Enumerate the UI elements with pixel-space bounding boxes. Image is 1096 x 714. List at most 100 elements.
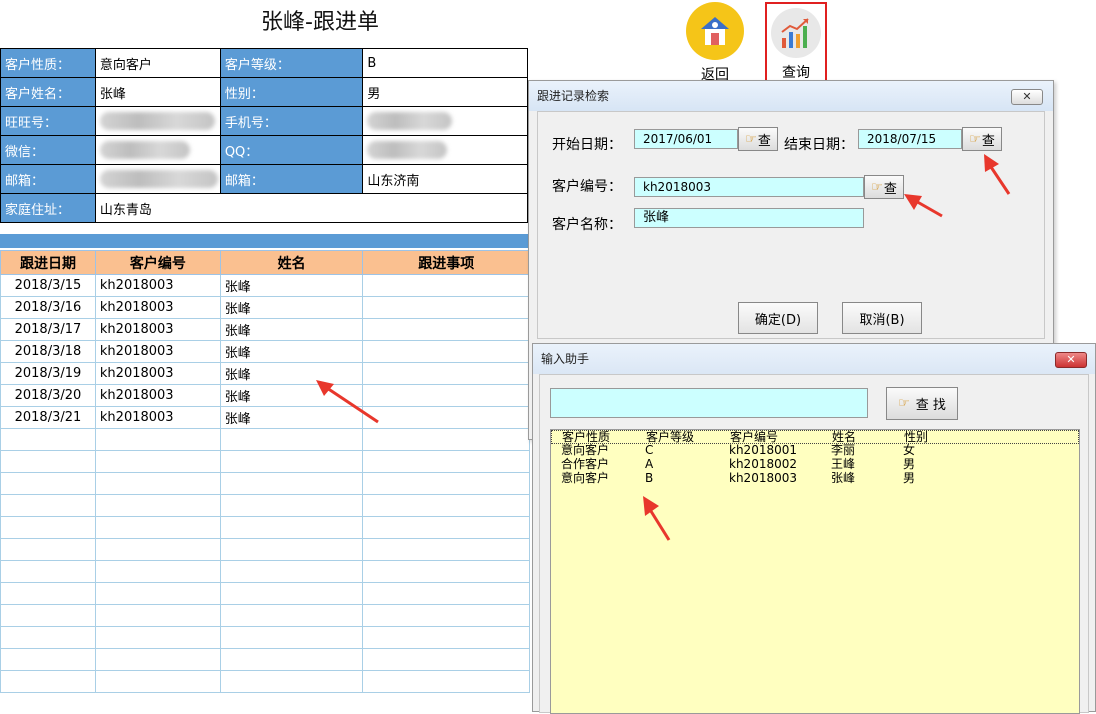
empty-row[interactable]: [0, 670, 530, 693]
list-item[interactable]: 意向客户 B kh2018003 张峰 男: [551, 472, 1079, 486]
customer-code-field[interactable]: kh2018003: [634, 177, 864, 197]
empty-cell[interactable]: [362, 582, 530, 605]
empty-cell[interactable]: [219, 494, 364, 517]
empty-cell[interactable]: [219, 670, 364, 693]
customer-code-query-button[interactable]: ☞ 查: [864, 175, 904, 199]
cell-name[interactable]: 张峰: [219, 274, 364, 297]
info-value-redacted[interactable]: [94, 106, 221, 136]
empty-cell[interactable]: [0, 648, 96, 671]
empty-cell[interactable]: [362, 472, 530, 495]
table-row[interactable]: 2018/3/17 kh2018003 张峰: [0, 318, 530, 341]
empty-cell[interactable]: [219, 472, 364, 495]
info-value[interactable]: 意向客户: [94, 48, 221, 78]
table-row[interactable]: 2018/3/15 kh2018003 张峰: [0, 274, 530, 297]
cell-code[interactable]: kh2018003: [94, 340, 221, 363]
end-date-query-button[interactable]: ☞ 查: [962, 127, 1002, 151]
cell-date[interactable]: 2018/3/18: [0, 340, 96, 363]
info-value[interactable]: 男: [362, 77, 528, 107]
cell-date[interactable]: 2018/3/16: [0, 296, 96, 319]
close-button[interactable]: ✕: [1011, 89, 1043, 105]
table-row[interactable]: 2018/3/21 kh2018003 张峰: [0, 406, 530, 429]
empty-cell[interactable]: [0, 472, 96, 495]
empty-cell[interactable]: [219, 450, 364, 473]
cell-item[interactable]: [362, 340, 530, 363]
list-item[interactable]: 合作客户 A kh2018002 王峰 男: [551, 458, 1079, 472]
empty-cell[interactable]: [0, 626, 96, 649]
empty-cell[interactable]: [219, 428, 364, 451]
info-value[interactable]: 张峰: [94, 77, 221, 107]
cell-date[interactable]: 2018/3/15: [0, 274, 96, 297]
info-value-redacted[interactable]: [362, 106, 528, 136]
empty-cell[interactable]: [94, 538, 221, 561]
empty-cell[interactable]: [94, 604, 221, 627]
address-value[interactable]: 山东青岛: [94, 193, 529, 223]
empty-row[interactable]: [0, 516, 530, 539]
empty-row[interactable]: [0, 472, 530, 495]
empty-cell[interactable]: [0, 428, 96, 451]
empty-cell[interactable]: [362, 450, 530, 473]
empty-cell[interactable]: [362, 670, 530, 693]
info-value-redacted[interactable]: [362, 135, 528, 165]
empty-row[interactable]: [0, 494, 530, 517]
empty-cell[interactable]: [0, 670, 96, 693]
cell-name[interactable]: 张峰: [219, 296, 364, 319]
info-value[interactable]: 山东济南: [362, 164, 528, 194]
list-item[interactable]: 意向客户 C kh2018001 李丽 女: [551, 444, 1079, 458]
empty-cell[interactable]: [362, 538, 530, 561]
info-value[interactable]: B: [362, 48, 528, 78]
cell-name[interactable]: 张峰: [219, 340, 364, 363]
table-row[interactable]: 2018/3/19 kh2018003 张峰: [0, 362, 530, 385]
cell-code[interactable]: kh2018003: [94, 318, 221, 341]
empty-cell[interactable]: [362, 648, 530, 671]
empty-row[interactable]: [0, 582, 530, 605]
ok-button[interactable]: 确定(D): [738, 302, 818, 334]
table-row[interactable]: 2018/3/16 kh2018003 张峰: [0, 296, 530, 319]
empty-cell[interactable]: [94, 494, 221, 517]
cell-date[interactable]: 2018/3/21: [0, 406, 96, 429]
cancel-button[interactable]: 取消(B): [842, 302, 922, 334]
empty-cell[interactable]: [94, 450, 221, 473]
empty-cell[interactable]: [0, 604, 96, 627]
search-input[interactable]: [550, 388, 868, 418]
empty-row[interactable]: [0, 450, 530, 473]
end-date-field[interactable]: 2018/07/15: [858, 129, 962, 149]
empty-cell[interactable]: [219, 648, 364, 671]
empty-cell[interactable]: [94, 428, 221, 451]
start-date-field[interactable]: 2017/06/01: [634, 129, 738, 149]
empty-cell[interactable]: [362, 604, 530, 627]
customer-listbox[interactable]: 客户性质 客户等级 客户编号 姓名 性别 意向客户 C kh2018001 李丽…: [550, 429, 1080, 714]
empty-row[interactable]: [0, 538, 530, 561]
empty-cell[interactable]: [0, 450, 96, 473]
start-date-query-button[interactable]: ☞ 查: [738, 127, 778, 151]
empty-cell[interactable]: [362, 560, 530, 583]
empty-cell[interactable]: [362, 428, 530, 451]
empty-cell[interactable]: [362, 626, 530, 649]
empty-cell[interactable]: [362, 516, 530, 539]
empty-cell[interactable]: [94, 560, 221, 583]
cell-code[interactable]: kh2018003: [94, 384, 221, 407]
empty-cell[interactable]: [362, 494, 530, 517]
cell-code[interactable]: kh2018003: [94, 362, 221, 385]
empty-row[interactable]: [0, 428, 530, 451]
dialog-titlebar[interactable]: 跟进记录检索 ✕: [529, 81, 1053, 111]
empty-cell[interactable]: [219, 516, 364, 539]
empty-cell[interactable]: [94, 648, 221, 671]
find-button[interactable]: ☞ 查 找: [886, 387, 958, 420]
back-button[interactable]: 返回: [683, 2, 747, 83]
cell-date[interactable]: 2018/3/19: [0, 362, 96, 385]
empty-cell[interactable]: [94, 516, 221, 539]
empty-cell[interactable]: [0, 516, 96, 539]
empty-cell[interactable]: [0, 560, 96, 583]
empty-cell[interactable]: [94, 472, 221, 495]
empty-cell[interactable]: [94, 670, 221, 693]
empty-cell[interactable]: [0, 494, 96, 517]
cell-code[interactable]: kh2018003: [94, 296, 221, 319]
empty-cell[interactable]: [94, 626, 221, 649]
cell-code[interactable]: kh2018003: [94, 274, 221, 297]
close-button[interactable]: ✕: [1055, 352, 1087, 368]
empty-cell[interactable]: [219, 604, 364, 627]
dialog-titlebar[interactable]: 输入助手 ✕: [533, 344, 1095, 374]
empty-row[interactable]: [0, 648, 530, 671]
cell-date[interactable]: 2018/3/20: [0, 384, 96, 407]
empty-row[interactable]: [0, 626, 530, 649]
